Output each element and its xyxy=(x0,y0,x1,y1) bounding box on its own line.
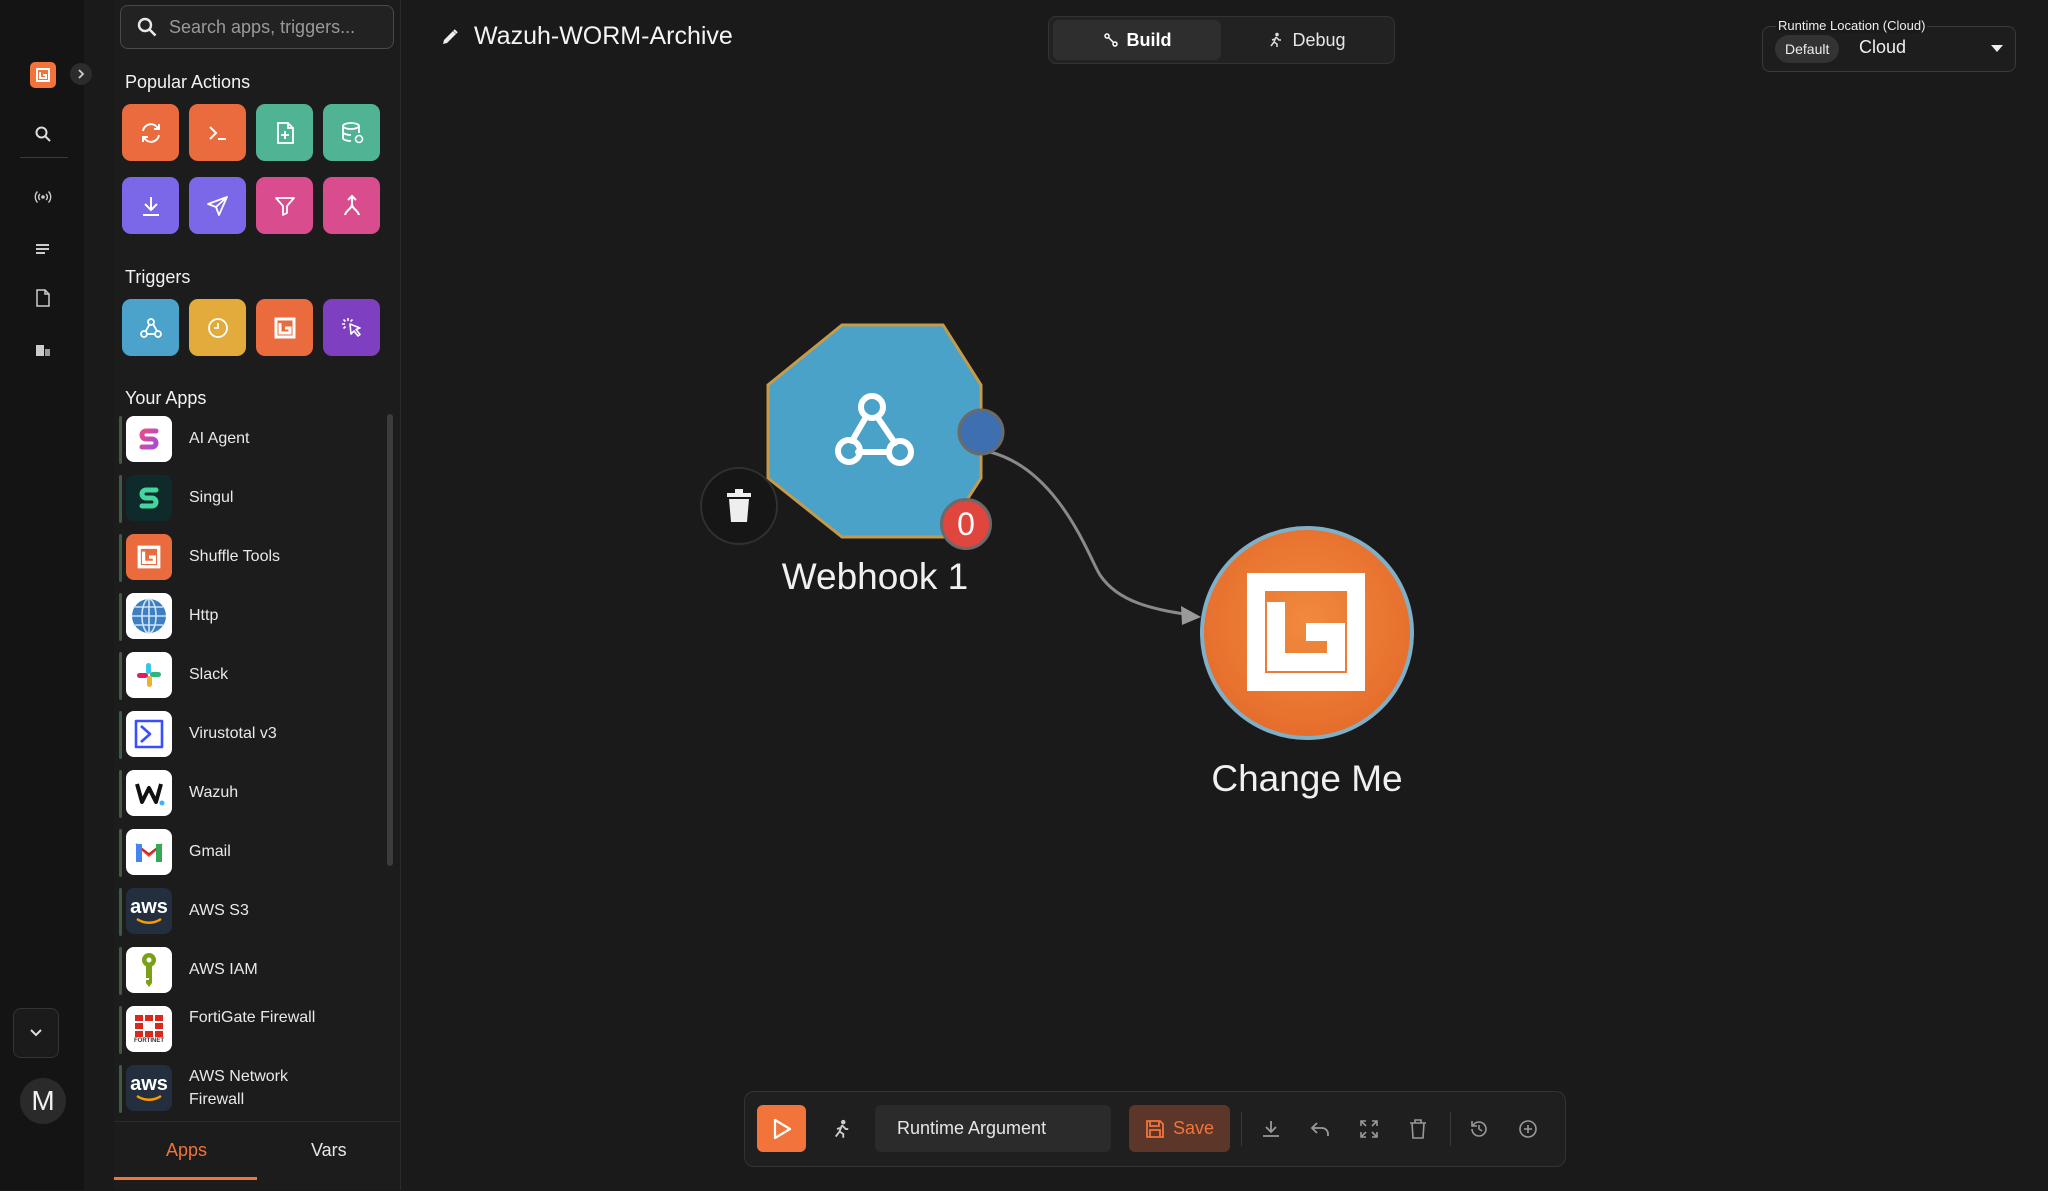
delete-button[interactable] xyxy=(1402,1113,1434,1145)
change-me-node-label[interactable]: Change Me xyxy=(1187,758,1427,800)
plus-circle-icon xyxy=(1518,1119,1538,1139)
run-workflow-button[interactable] xyxy=(757,1105,806,1152)
run-figure-icon xyxy=(832,1119,852,1139)
undo-button[interactable] xyxy=(1304,1113,1336,1145)
fit-view-button[interactable] xyxy=(1353,1113,1385,1145)
history-icon xyxy=(1469,1119,1489,1139)
webhook-output-port[interactable] xyxy=(957,408,1005,456)
webhook-node-label[interactable]: Webhook 1 xyxy=(760,556,990,598)
edge-arrowhead xyxy=(1181,606,1201,625)
save-icon xyxy=(1145,1119,1165,1139)
delete-node-button[interactable] xyxy=(700,467,778,545)
trash-icon xyxy=(1409,1119,1427,1139)
add-node-button[interactable] xyxy=(1512,1113,1544,1145)
bottom-toolbar: Runtime Argument Save xyxy=(744,1091,1566,1167)
play-icon xyxy=(772,1118,792,1140)
runtime-argument-input[interactable]: Runtime Argument xyxy=(875,1105,1111,1152)
save-button[interactable]: Save xyxy=(1129,1105,1230,1152)
trash-icon xyxy=(724,488,754,524)
toolbar-divider xyxy=(1450,1112,1451,1146)
workflow-edge[interactable] xyxy=(989,450,1197,618)
undo-icon xyxy=(1310,1119,1330,1139)
debug-run-button[interactable] xyxy=(826,1113,858,1145)
history-button[interactable] xyxy=(1463,1113,1495,1145)
change-me-node[interactable] xyxy=(1200,526,1414,740)
workflow-canvas xyxy=(766,323,1414,740)
download-button[interactable] xyxy=(1255,1113,1287,1145)
download-icon xyxy=(1261,1119,1281,1139)
save-label: Save xyxy=(1172,1118,1215,1138)
webhook-run-count-badge: 0 xyxy=(940,498,992,550)
toolbar-divider xyxy=(1241,1112,1242,1146)
fullscreen-icon xyxy=(1359,1119,1379,1139)
